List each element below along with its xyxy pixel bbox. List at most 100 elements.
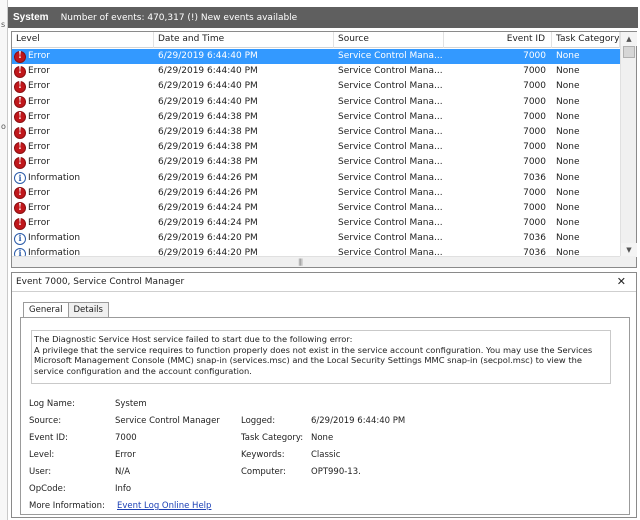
event-row[interactable]: ! Error 6/29/2019 6:44:38 PM Service Contro… — [12, 140, 620, 155]
row-level-text: Error — [28, 51, 50, 61]
level-label: Level: — [29, 450, 55, 460]
error-icon: ! — [14, 111, 26, 124]
event-row[interactable]: ! Error 6/29/2019 6:44:24 PM Service Contro… — [12, 201, 620, 216]
row-date: 6/29/2019 6:44:38 PM — [158, 157, 258, 168]
row-source: Service Control Mana... — [338, 66, 443, 77]
row-task-category: None — [556, 96, 580, 107]
row-event-id: 7000 — [523, 51, 546, 61]
row-level-text: Error — [28, 157, 50, 168]
level-value: Error — [115, 450, 136, 460]
row-event-id: 7000 — [523, 66, 546, 77]
column-header-level[interactable]: Level — [12, 32, 154, 48]
row-level: i Information — [12, 171, 154, 186]
row-level: ! Error — [12, 201, 154, 216]
error-icon: ! — [14, 156, 26, 169]
task-category-label: Task Category: — [241, 433, 304, 443]
row-date: 6/29/2019 6:44:26 PM — [158, 172, 258, 183]
event-detail-pane: Event 7000, Service Control Manager ✕ Ge… — [11, 272, 637, 518]
edge-marker: o — [1, 122, 6, 131]
row-source: Service Control Mana... — [338, 111, 443, 122]
row-task-category: None — [556, 81, 580, 92]
row-task-category: None — [556, 142, 580, 153]
error-icon: ! — [14, 126, 26, 139]
event-row[interactable]: ! Error 6/29/2019 6:44:40 PM Service Contro… — [12, 79, 620, 94]
row-date: 6/29/2019 6:44:20 PM — [158, 233, 258, 244]
events-grid[interactable]: Level Date and Time Source Event ID Task… — [11, 31, 637, 268]
close-icon[interactable]: ✕ — [617, 275, 626, 289]
event-row[interactable]: ! Error 6/29/2019 6:44:38 PM Service Contro… — [12, 155, 620, 170]
row-source: Service Control Mana... — [338, 96, 443, 107]
source-label: Source: — [29, 416, 62, 426]
row-event-id: 7000 — [523, 96, 546, 107]
row-source: Service Control Mana... — [338, 218, 443, 229]
user-value: N/A — [115, 467, 131, 477]
row-date: 6/29/2019 6:44:40 PM — [158, 66, 258, 77]
scroll-thumb[interactable] — [623, 46, 635, 58]
row-level-text: Information — [28, 233, 81, 244]
event-row[interactable]: ! Error 6/29/2019 6:44:40 PM Service Contro… — [12, 49, 620, 65]
row-level: ! Error — [12, 216, 154, 231]
event-log-online-help-link[interactable]: Event Log Online Help — [117, 501, 211, 511]
scroll-up-arrow-icon[interactable]: ▲ — [621, 32, 637, 46]
log-title: System — [13, 12, 49, 23]
row-level-text: Error — [28, 126, 50, 137]
tab-general[interactable]: General — [23, 302, 69, 318]
vertical-scrollbar[interactable]: ▲ ▼ — [620, 32, 637, 257]
row-task-category: None — [556, 233, 580, 244]
row-level-text: Error — [28, 81, 50, 92]
error-icon: ! — [14, 217, 26, 230]
more-information-label: More Information: — [29, 501, 105, 511]
column-header-date[interactable]: Date and Time — [154, 32, 334, 48]
row-source: Service Control Mana... — [338, 233, 443, 244]
row-date: 6/29/2019 6:44:26 PM — [158, 187, 258, 198]
row-level: ! Error — [12, 49, 154, 64]
error-icon: ! — [14, 50, 26, 63]
event-row[interactable]: ! Error 6/29/2019 6:44:26 PM Service Contro… — [12, 186, 620, 201]
row-date: 6/29/2019 6:44:40 PM — [158, 81, 258, 92]
information-icon: i — [14, 172, 26, 185]
error-icon: ! — [14, 80, 26, 93]
horizontal-scrollbar[interactable]: ||| — [12, 256, 620, 267]
row-event-id: 7000 — [523, 187, 546, 198]
row-level: ! Error — [12, 110, 154, 125]
detail-title: Event 7000, Service Control Manager — [12, 273, 636, 292]
keywords-value: Classic — [311, 450, 341, 460]
row-source: Service Control Mana... — [338, 187, 443, 198]
log-header-bar: System Number of events: 470,317 (!) New… — [8, 7, 638, 28]
row-event-id: 7000 — [523, 218, 546, 229]
log-name-value: System — [115, 399, 147, 409]
row-level: ! Error — [12, 79, 154, 94]
column-header-event-id[interactable]: Event ID — [444, 32, 552, 48]
event-row[interactable]: i Information 6/29/2019 6:44:26 PM Service … — [12, 171, 620, 186]
row-source: Service Control Mana... — [338, 51, 443, 61]
event-row[interactable]: ! Error 6/29/2019 6:44:24 PM Service Contro… — [12, 216, 620, 231]
event-row[interactable]: ! Error 6/29/2019 6:44:38 PM Service Contro… — [12, 110, 620, 125]
row-task-category: None — [556, 126, 580, 137]
error-icon: ! — [14, 141, 26, 154]
row-date: 6/29/2019 6:44:38 PM — [158, 142, 258, 153]
row-source: Service Control Mana... — [338, 172, 443, 183]
row-date: 6/29/2019 6:44:40 PM — [158, 96, 258, 107]
error-icon: ! — [14, 187, 26, 200]
row-task-category: None — [556, 51, 580, 61]
row-level-text: Information — [28, 172, 81, 183]
column-header-task-category[interactable]: Task Category — [552, 32, 620, 48]
tab-details[interactable]: Details — [67, 302, 109, 317]
log-name-label: Log Name: — [29, 399, 75, 409]
event-row[interactable]: ! Error 6/29/2019 6:44:40 PM Service Contro… — [12, 64, 620, 79]
scroll-down-arrow-icon[interactable]: ▼ — [621, 243, 637, 257]
column-header-source[interactable]: Source — [334, 32, 444, 48]
event-row[interactable]: ! Error 6/29/2019 6:44:40 PM Service Contro… — [12, 95, 620, 110]
user-label: User: — [29, 467, 52, 477]
row-event-id: 7000 — [523, 157, 546, 168]
information-icon: i — [14, 232, 26, 245]
row-level-text: Error — [28, 218, 50, 229]
row-level-text: Error — [28, 111, 50, 122]
row-event-id: 7000 — [523, 202, 546, 213]
event-row[interactable]: ! Error 6/29/2019 6:44:38 PM Service Contro… — [12, 125, 620, 140]
logged-label: Logged: — [241, 416, 276, 426]
event-count-summary: Number of events: 470,317 (!) New events… — [60, 12, 298, 23]
source-value: Service Control Manager — [115, 416, 220, 426]
event-row[interactable]: i Information 6/29/2019 6:44:20 PM Service … — [12, 231, 620, 246]
keywords-label: Keywords: — [241, 450, 285, 460]
